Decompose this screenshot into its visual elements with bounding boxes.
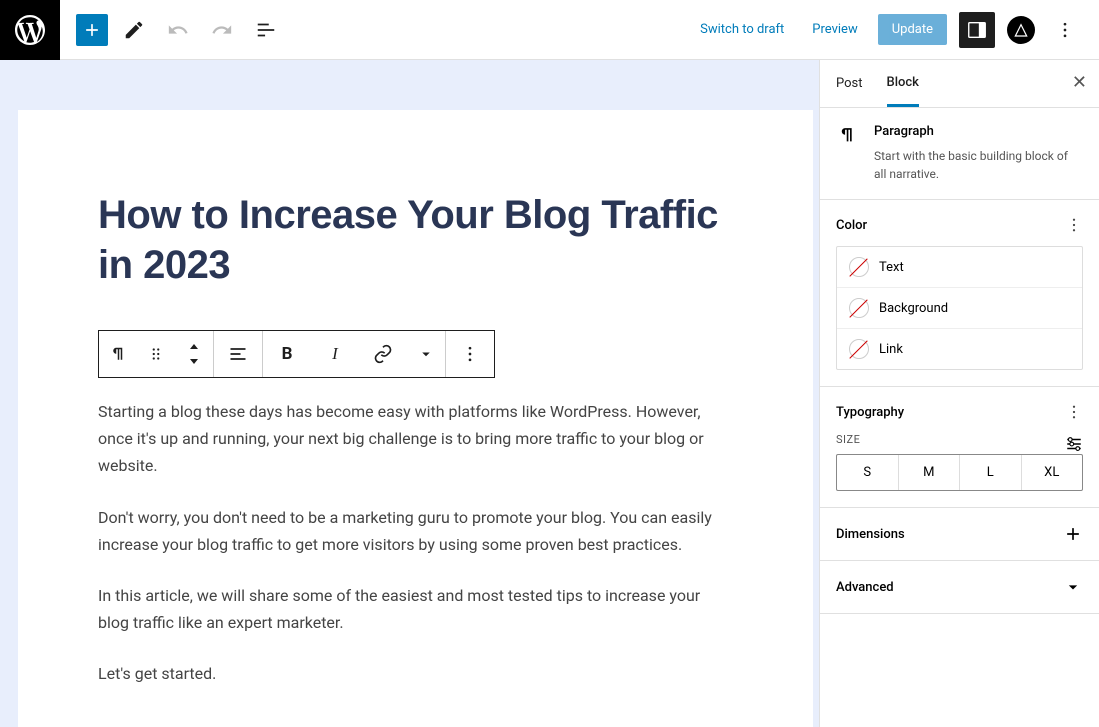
switch-to-draft-button[interactable]: Switch to draft [692, 16, 792, 43]
close-sidebar-button[interactable]: ✕ [1072, 72, 1087, 93]
advanced-label: Advanced [836, 580, 894, 595]
size-s-button[interactable]: S [837, 455, 899, 490]
move-buttons[interactable] [175, 331, 213, 377]
settings-sidebar: Post Block ✕ Paragraph Start with the ba… [819, 60, 1099, 727]
block-type-description: Start with the basic building block of a… [874, 147, 1083, 183]
plugin-avatar[interactable] [1007, 16, 1035, 44]
options-menu-button[interactable] [1047, 12, 1083, 48]
block-toolbar: B I [98, 330, 495, 378]
swatch-icon [849, 257, 869, 277]
swatch-icon [849, 298, 869, 318]
editor-canvas: How to Increase Your Blog Traffic in 202… [0, 60, 819, 727]
document-overview-button[interactable] [248, 12, 284, 48]
paragraph-block[interactable]: Don't worry, you don't need to be a mark… [98, 504, 733, 558]
update-button[interactable]: Update [878, 14, 947, 45]
background-color-row[interactable]: Background [837, 288, 1082, 329]
align-button[interactable] [214, 331, 262, 377]
add-block-button[interactable] [76, 14, 108, 46]
block-type-paragraph-icon[interactable] [99, 331, 137, 377]
tab-block[interactable]: Block [887, 61, 919, 107]
paragraph-block[interactable]: In this article, we will share some of t… [98, 582, 733, 636]
color-label: Text [879, 260, 904, 275]
size-settings-icon[interactable] [1065, 435, 1083, 453]
typography-panel-menu[interactable] [1065, 403, 1083, 421]
dimensions-panel[interactable]: Dimensions [820, 508, 1099, 561]
size-l-button[interactable]: L [960, 455, 1022, 490]
wordpress-logo[interactable] [0, 0, 60, 60]
preview-button[interactable]: Preview [804, 16, 865, 43]
typography-panel-title: Typography [836, 405, 904, 420]
link-button[interactable] [359, 331, 407, 377]
editor-topbar: Switch to draft Preview Update [0, 0, 1099, 60]
text-color-row[interactable]: Text [837, 247, 1082, 288]
color-label: Background [879, 301, 948, 316]
drag-handle-icon[interactable] [137, 331, 175, 377]
tools-button[interactable] [116, 12, 152, 48]
tab-post[interactable]: Post [836, 62, 863, 105]
bold-button[interactable]: B [263, 331, 311, 377]
paragraph-block[interactable]: Starting a blog these days has become ea… [98, 398, 733, 480]
chevron-down-icon [1063, 577, 1083, 597]
size-xl-button[interactable]: XL [1022, 455, 1083, 490]
italic-button[interactable]: I [311, 331, 359, 377]
dimensions-label: Dimensions [836, 527, 905, 542]
color-panel-menu[interactable] [1065, 216, 1083, 234]
swatch-icon [849, 339, 869, 359]
post-title[interactable]: How to Increase Your Blog Traffic in 202… [98, 190, 733, 290]
advanced-panel[interactable]: Advanced [820, 561, 1099, 614]
color-panel-title: Color [836, 218, 867, 233]
undo-button[interactable] [160, 12, 196, 48]
color-label: Link [879, 342, 903, 357]
block-options-button[interactable] [446, 331, 494, 377]
redo-button[interactable] [204, 12, 240, 48]
plus-icon [1063, 524, 1083, 544]
block-type-title: Paragraph [874, 124, 1083, 139]
paragraph-block[interactable]: Let's get started. [98, 660, 733, 687]
more-formatting-button[interactable] [407, 331, 445, 377]
link-color-row[interactable]: Link [837, 329, 1082, 369]
size-m-button[interactable]: M [899, 455, 961, 490]
paragraph-icon [836, 124, 860, 183]
settings-sidebar-toggle[interactable] [959, 12, 995, 48]
size-label: SIZE [836, 433, 860, 446]
